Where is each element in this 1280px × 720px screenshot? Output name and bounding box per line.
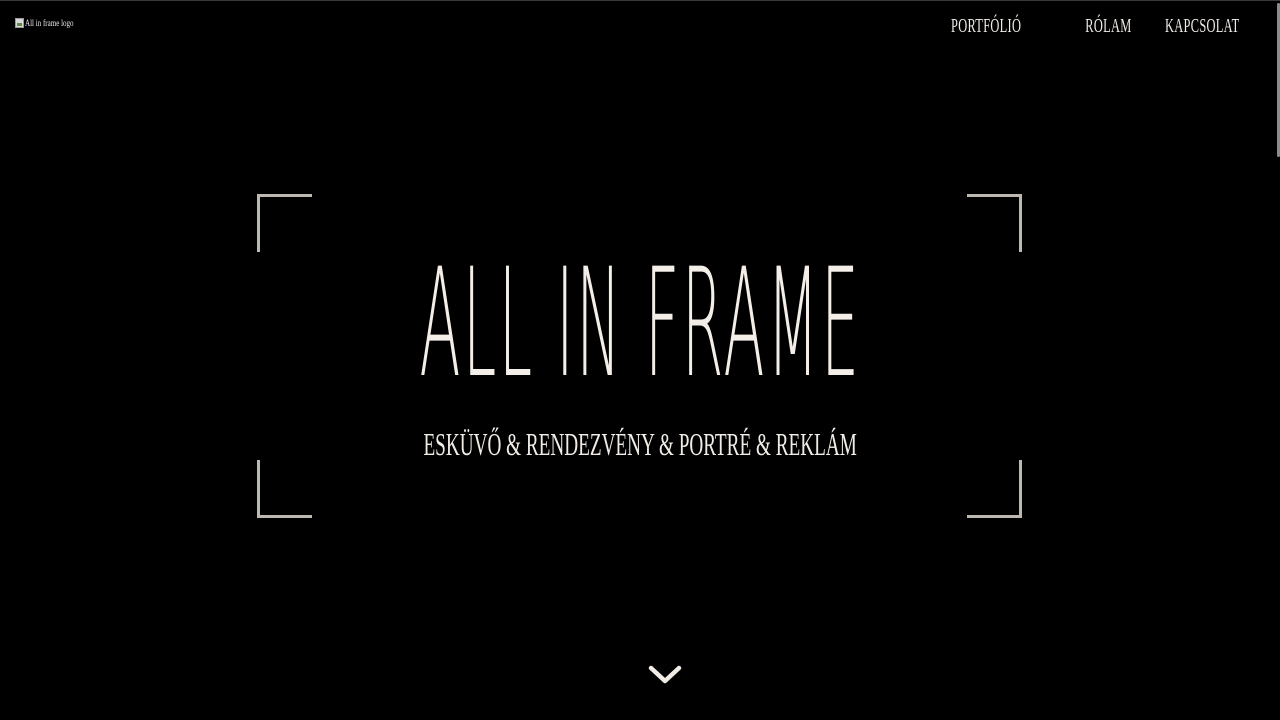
frame-corner-top-right — [967, 194, 1022, 252]
broken-image-icon — [15, 18, 24, 28]
logo-alt-text: All in frame logo — [25, 18, 74, 28]
scrollbar[interactable] — [1276, 1, 1280, 720]
hero-subtitle: ESKÜVŐ & RENDEZVÉNY & PORTRÉ & REKLÁM — [0, 426, 1280, 462]
chevron-down-icon — [648, 665, 682, 684]
frame-corner-bottom-right — [967, 460, 1022, 518]
frame-corner-bottom-left — [257, 460, 312, 518]
scroll-down-button[interactable] — [648, 661, 682, 689]
nav-item-portfolio[interactable]: Portfólió — [951, 15, 1021, 38]
hero-title: ALL IN FRAME — [0, 249, 1280, 399]
nav-item-kapcsolat[interactable]: Kapcsolat — [1165, 15, 1239, 38]
frame-corner-top-left — [257, 194, 312, 252]
hero-subtitle-text: ESKÜVŐ & RENDEZVÉNY & PORTRÉ & REKLÁM — [423, 426, 857, 462]
page: All in frame logo Portfólió Rólam Kapcso… — [0, 0, 1280, 720]
hero-title-text: ALL IN FRAME — [419, 237, 861, 411]
nav-item-rolam[interactable]: Rólam — [1085, 15, 1131, 38]
site-logo[interactable]: All in frame logo — [15, 17, 87, 29]
